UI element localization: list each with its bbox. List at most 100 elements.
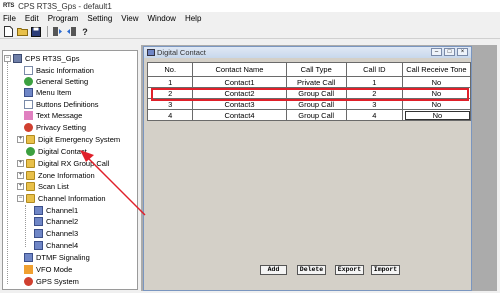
- folder-icon: [26, 159, 35, 168]
- tree-item-menu-item[interactable]: Menu Item: [24, 87, 71, 98]
- export-button[interactable]: Export: [335, 265, 364, 275]
- menu-icon: [24, 88, 33, 97]
- cell-call-type[interactable]: Private Call: [285, 76, 347, 88]
- folder-icon: [26, 135, 35, 144]
- tree-item-zone-information[interactable]: + Zone Information: [17, 170, 95, 181]
- child-title-bar: Digital Contact – □ ×: [144, 47, 471, 58]
- tree-item-label: Channel2: [46, 217, 79, 226]
- tree-item-buttons-definitions[interactable]: Buttons Definitions: [24, 99, 99, 110]
- help-icon[interactable]: ?: [79, 26, 91, 38]
- tree-item-label: Text Message: [36, 111, 83, 120]
- toolbar-separator: [47, 26, 48, 37]
- tree-item-gps-system[interactable]: GPS System: [24, 276, 79, 287]
- menu-bar: File Edit Program Setting View Window He…: [0, 12, 500, 25]
- write-icon[interactable]: [65, 26, 77, 38]
- tree-item-digit-emergency-system[interactable]: + Digit Emergency System: [17, 134, 120, 145]
- tree-item-label: General Setting: [36, 77, 89, 86]
- tree-root[interactable]: − CPS RT3S_Gps: [4, 53, 79, 64]
- menu-program[interactable]: Program: [48, 14, 79, 23]
- privacy-icon: [24, 123, 33, 132]
- tree-item-channel4[interactable]: Channel4: [34, 240, 78, 251]
- tree-item-digital-rx-group-call[interactable]: + Digital RX Group Call: [17, 158, 109, 169]
- minimize-button[interactable]: –: [431, 48, 442, 56]
- settings-icon: [24, 77, 33, 86]
- tree-item-label: GPS System: [36, 277, 79, 286]
- menu-help[interactable]: Help: [185, 14, 201, 23]
- collapse-icon[interactable]: −: [4, 55, 11, 62]
- contact-icon: [26, 147, 35, 156]
- add-button[interactable]: Add: [260, 265, 287, 275]
- cell-no[interactable]: 4: [146, 109, 194, 121]
- cell-call-id[interactable]: 1: [345, 76, 403, 88]
- tree-item-channel-information[interactable]: − Channel Information: [17, 193, 106, 204]
- gps-icon: [24, 277, 33, 286]
- read-icon[interactable]: [51, 26, 63, 38]
- cell-contact-name[interactable]: Contact1: [192, 76, 287, 88]
- tree-item-label: Privacy Setting: [36, 123, 87, 132]
- column-header-contact-name[interactable]: Contact Name: [192, 62, 287, 77]
- collapse-icon[interactable]: −: [17, 195, 24, 202]
- folder-icon: [26, 182, 35, 191]
- tree-item-privacy-setting[interactable]: Privacy Setting: [24, 122, 86, 133]
- tree-item-label: Digital RX Group Call: [38, 159, 110, 168]
- tree-root-label: CPS RT3S_Gps: [25, 54, 80, 63]
- expand-icon[interactable]: +: [17, 136, 24, 143]
- row-highlight: [151, 88, 469, 101]
- tree-item-label: Channel Information: [38, 194, 106, 203]
- expand-icon[interactable]: +: [17, 183, 24, 190]
- tree-item-channel1[interactable]: Channel1: [34, 205, 78, 216]
- tree-item-channel3[interactable]: Channel3: [34, 228, 78, 239]
- menu-setting[interactable]: Setting: [87, 14, 112, 23]
- folder-icon: [26, 171, 35, 180]
- tree-item-basic-information[interactable]: Basic Information: [24, 65, 94, 76]
- tree-item-dtmf-signaling[interactable]: DTMF Signaling: [24, 252, 90, 263]
- save-icon[interactable]: [30, 26, 42, 38]
- maximize-button[interactable]: □: [444, 48, 455, 56]
- tree-item-label: Channel3: [46, 229, 79, 238]
- tree-item-label: Channel1: [46, 206, 79, 215]
- digital-contact-window: Digital Contact – □ × No. Contact Name C…: [143, 46, 472, 291]
- menu-view[interactable]: View: [121, 14, 138, 23]
- tree-item-label: Channel4: [46, 241, 79, 250]
- tree-item-label: Digit Emergency System: [38, 135, 121, 144]
- cell-no[interactable]: 1: [146, 76, 194, 88]
- channel-icon: [34, 217, 43, 226]
- new-icon[interactable]: [2, 26, 14, 38]
- table-row[interactable]: 4 Contact4 Group Call 4 No: [146, 109, 472, 121]
- column-header-call-type[interactable]: Call Type: [285, 62, 347, 77]
- expand-icon[interactable]: +: [17, 160, 24, 167]
- title-bar: RTS CPS RT3S_Gps - default1: [0, 0, 500, 12]
- column-header-call-receive-tone[interactable]: Call Receive Tone: [401, 62, 472, 77]
- tone-dropdown[interactable]: No: [404, 110, 470, 120]
- delete-button[interactable]: Delete: [297, 265, 326, 275]
- tree-item-text-message[interactable]: Text Message: [24, 110, 82, 121]
- tree-item-channel2[interactable]: Channel2: [34, 216, 78, 227]
- cell-call-receive-tone[interactable]: No: [401, 109, 472, 121]
- column-header-no[interactable]: No.: [146, 62, 194, 77]
- tree-item-label: Menu Item: [36, 88, 72, 97]
- tree-item-label: DTMF Signaling: [36, 253, 90, 262]
- import-button[interactable]: Import: [371, 265, 400, 275]
- open-icon[interactable]: [16, 26, 28, 38]
- tree-item-general-setting[interactable]: General Setting: [24, 76, 88, 87]
- column-header-call-id[interactable]: Call ID: [345, 62, 403, 77]
- menu-window[interactable]: Window: [147, 14, 175, 23]
- table-row[interactable]: 1 Contact1 Private Call 1 No: [146, 76, 472, 88]
- tree-item-label: Scan List: [38, 182, 69, 191]
- close-button[interactable]: ×: [457, 48, 468, 56]
- cell-call-receive-tone[interactable]: No: [401, 76, 472, 88]
- tree-item-label: Basic Information: [36, 66, 94, 75]
- menu-file[interactable]: File: [3, 14, 16, 23]
- tree-item-scan-list[interactable]: + Scan List: [17, 181, 69, 192]
- tree-item-label: Zone Information: [38, 171, 95, 180]
- info-icon: [24, 66, 33, 75]
- menu-edit[interactable]: Edit: [25, 14, 39, 23]
- expand-icon[interactable]: +: [17, 172, 24, 179]
- tree-item-vfo-mode[interactable]: VFO Mode: [24, 264, 72, 275]
- cell-call-id[interactable]: 4: [345, 109, 403, 121]
- cell-call-type[interactable]: Group Call: [285, 109, 347, 121]
- channel-icon: [34, 206, 43, 215]
- tree-item-label: VFO Mode: [36, 265, 73, 274]
- tree-item-digital-contact[interactable]: Digital Contact: [26, 146, 87, 157]
- cell-contact-name[interactable]: Contact4: [192, 109, 287, 121]
